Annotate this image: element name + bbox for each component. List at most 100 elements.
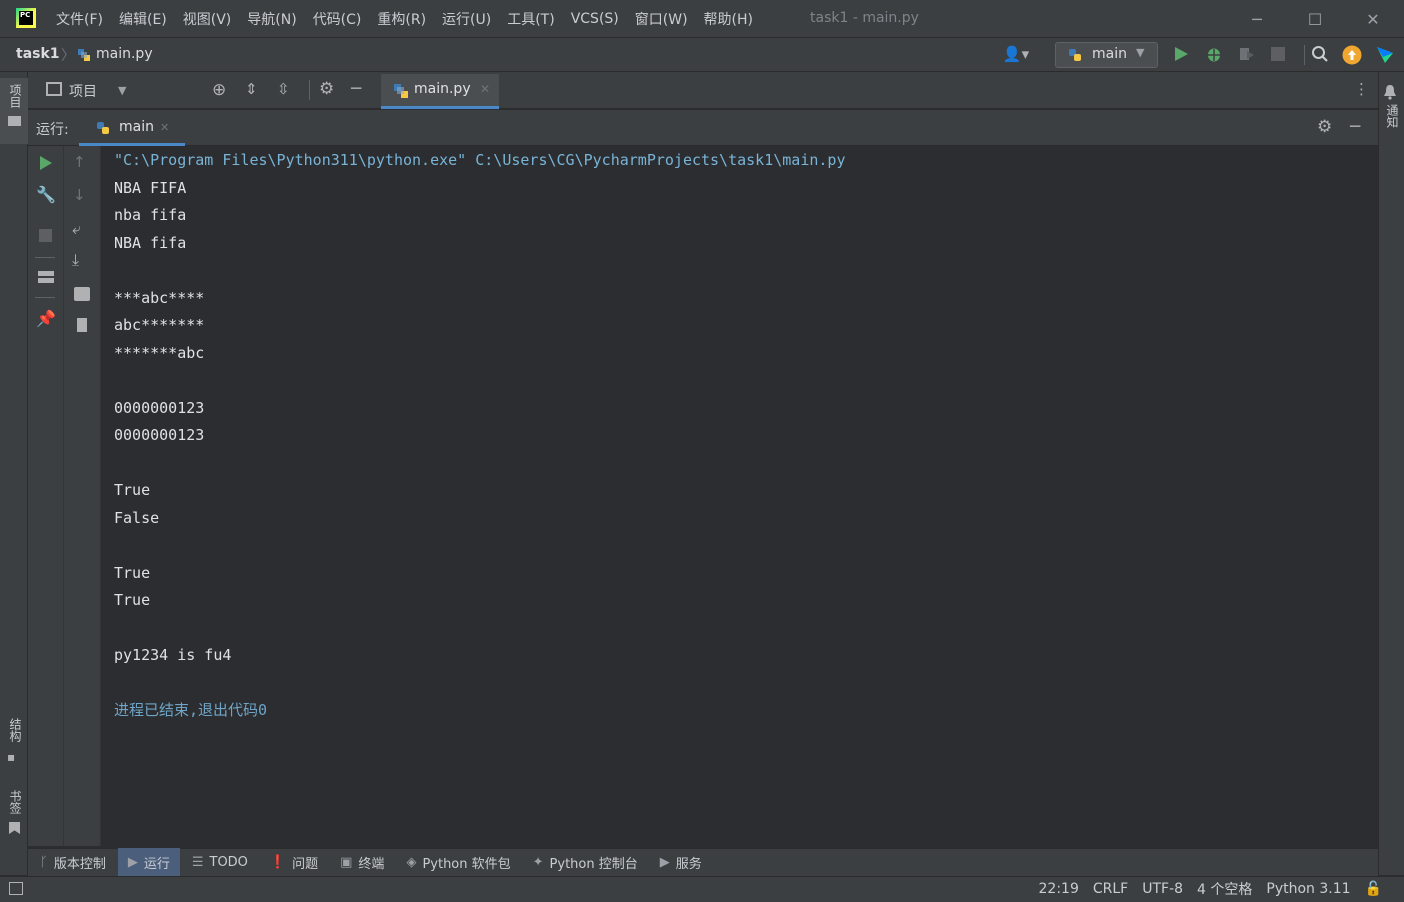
tool-python-packages[interactable]: ◈ Python 软件包 bbox=[406, 848, 510, 876]
breadcrumb-project[interactable]: task1 bbox=[16, 46, 60, 62]
run-tool-header bbox=[28, 110, 1378, 146]
tool-terminal[interactable]: ▣ 终端 bbox=[340, 848, 384, 876]
divider bbox=[35, 297, 55, 298]
structure-tool-label[interactable]: 结构 bbox=[7, 718, 24, 742]
pin-icon[interactable]: 📌 bbox=[36, 309, 56, 328]
tool-problems[interactable]: ❗ 问题 bbox=[270, 848, 318, 876]
menu-help[interactable]: 帮助(H) bbox=[704, 9, 753, 29]
toolbar-divider bbox=[1304, 45, 1305, 65]
tool-version-control[interactable]: ᚴ 版本控制 bbox=[40, 848, 106, 876]
gear-icon[interactable]: ⚙ bbox=[319, 79, 334, 99]
console-line: True bbox=[114, 481, 151, 499]
user-icon[interactable]: 👤▾ bbox=[1000, 45, 1032, 63]
window-title: task1 - main.py bbox=[810, 10, 919, 26]
project-view-label[interactable]: 项目 bbox=[69, 81, 97, 101]
scroll-to-end-icon[interactable]: ⤓ bbox=[72, 250, 79, 270]
tool-python-console[interactable]: ✦ Python 控制台 bbox=[533, 848, 638, 876]
bell-icon[interactable] bbox=[1383, 84, 1397, 104]
rerun-icon[interactable] bbox=[38, 154, 54, 176]
debug-icon[interactable] bbox=[1205, 45, 1223, 67]
menu-vcs[interactable]: VCS(S) bbox=[571, 11, 619, 27]
coverage-icon[interactable] bbox=[1237, 45, 1255, 67]
python-icon bbox=[95, 120, 111, 136]
console-line: True bbox=[114, 591, 151, 609]
console-actions-gutter bbox=[64, 146, 101, 846]
hide-icon[interactable]: ─ bbox=[1350, 117, 1360, 137]
menu-tools[interactable]: 工具(T) bbox=[507, 9, 554, 29]
run-tab-label: main bbox=[119, 119, 154, 135]
console-line: 0000000123 bbox=[114, 398, 205, 417]
console-line: nba fifa bbox=[114, 206, 187, 224]
notifications-tool-label[interactable]: 通知 bbox=[1384, 104, 1401, 128]
menu-file[interactable]: 文件(F) bbox=[56, 9, 103, 29]
minimize-button[interactable]: ─ bbox=[1228, 0, 1286, 38]
menu-refactor[interactable]: 重构(R) bbox=[377, 9, 426, 29]
expand-all-icon[interactable]: ⇕ bbox=[245, 80, 258, 98]
run-label: 运行: bbox=[36, 122, 69, 138]
file-encoding[interactable]: UTF-8 bbox=[1142, 881, 1183, 897]
editor-tab-label: main.py bbox=[414, 81, 471, 97]
project-view-icon bbox=[46, 82, 62, 96]
bookmarks-tool-label[interactable]: 书签 bbox=[7, 790, 24, 814]
python-file-icon bbox=[77, 48, 91, 62]
run-icon[interactable] bbox=[1172, 44, 1190, 68]
tool-window-header bbox=[28, 72, 1378, 109]
maximize-button[interactable]: ☐ bbox=[1286, 0, 1344, 38]
console-text: "C:\Program Files\Python311\python.exe" … bbox=[114, 147, 846, 725]
run-config-label: main bbox=[1092, 46, 1127, 62]
collapse-all-icon[interactable]: ⇳ bbox=[277, 80, 290, 98]
navigation-bar bbox=[0, 38, 1404, 72]
project-dropdown-icon[interactable]: ▼ bbox=[118, 84, 126, 97]
menu-run[interactable]: 运行(U) bbox=[442, 9, 491, 29]
menu-window[interactable]: 窗口(W) bbox=[635, 9, 688, 29]
gear-icon[interactable]: ⚙ bbox=[1317, 117, 1332, 137]
close-tab-icon[interactable]: ✕ bbox=[480, 82, 490, 96]
console-line: False bbox=[114, 508, 160, 527]
console-line: ***abc**** bbox=[114, 288, 205, 307]
project-tool-label: 项目 bbox=[8, 84, 22, 108]
more-options-icon[interactable]: ⋮ bbox=[1354, 80, 1369, 98]
jetbrains-icon[interactable] bbox=[1375, 45, 1395, 69]
hide-icon[interactable]: ─ bbox=[351, 79, 361, 99]
breadcrumb-file[interactable]: main.py bbox=[96, 46, 153, 62]
python-console-icon: ✦ bbox=[532, 854, 544, 870]
print-icon[interactable] bbox=[74, 287, 90, 301]
indent-setting[interactable]: 4 个空格 bbox=[1197, 879, 1252, 899]
line-separator[interactable]: CRLF bbox=[1093, 881, 1128, 897]
menu-view[interactable]: 视图(V) bbox=[183, 9, 232, 29]
console-exit-message: 进程已结束,退出代码0 bbox=[114, 701, 268, 719]
tool-run[interactable]: ▶ 运行 bbox=[117, 848, 180, 876]
pycharm-logo-icon: PC bbox=[16, 8, 36, 28]
console-line: NBA FIFA bbox=[114, 178, 187, 197]
toggle-tool-windows-icon[interactable] bbox=[9, 882, 23, 895]
problems-icon: ❗ bbox=[269, 854, 287, 870]
close-run-tab-icon[interactable]: ✕ bbox=[160, 121, 169, 134]
toolbar-divider bbox=[309, 80, 310, 100]
locate-icon[interactable]: ⊕ bbox=[212, 80, 226, 100]
update-icon[interactable] bbox=[1342, 45, 1362, 69]
menu-edit[interactable]: 编辑(E) bbox=[119, 9, 167, 29]
menu-navigate[interactable]: 导航(N) bbox=[247, 9, 296, 29]
bottom-tool-items: ᚴ 版本控制 ▶ 运行 ☰ TODO ❗ 问题 ▣ 终端 ◈ Python 软件包 ✦ Pyt… bbox=[40, 848, 724, 876]
stop-icon[interactable] bbox=[39, 229, 52, 242]
arrow-down-icon[interactable]: ↓ bbox=[73, 186, 86, 204]
soft-wrap-icon[interactable]: ⤶ bbox=[72, 219, 81, 239]
tool-services[interactable]: ▶ 服务 bbox=[660, 848, 702, 876]
layout-icon[interactable] bbox=[38, 271, 54, 283]
caret-position[interactable]: 22:19 bbox=[1039, 881, 1079, 897]
wrench-icon[interactable]: 🔧 bbox=[36, 185, 56, 204]
tool-todo[interactable]: ☰ TODO bbox=[192, 848, 248, 876]
python-icon bbox=[1067, 47, 1083, 63]
arrow-up-icon[interactable]: ↑ bbox=[73, 153, 86, 171]
stop-icon[interactable] bbox=[1271, 47, 1285, 61]
close-window-button[interactable]: ✕ bbox=[1344, 0, 1402, 38]
console-command: "C:\Program Files\Python311\python.exe" … bbox=[114, 151, 846, 169]
structure-icon: ▪ bbox=[7, 750, 16, 764]
terminal-icon: ▣ bbox=[340, 854, 353, 870]
trash-icon[interactable] bbox=[77, 318, 87, 332]
menu-code[interactable]: 代码(C) bbox=[313, 9, 362, 29]
search-icon[interactable] bbox=[1311, 45, 1329, 67]
python-interpreter[interactable]: Python 3.11 bbox=[1266, 881, 1350, 897]
console-output[interactable]: "C:\Program Files\Python311\python.exe" … bbox=[101, 146, 1378, 846]
lock-icon[interactable]: 🔓 bbox=[1365, 881, 1382, 897]
